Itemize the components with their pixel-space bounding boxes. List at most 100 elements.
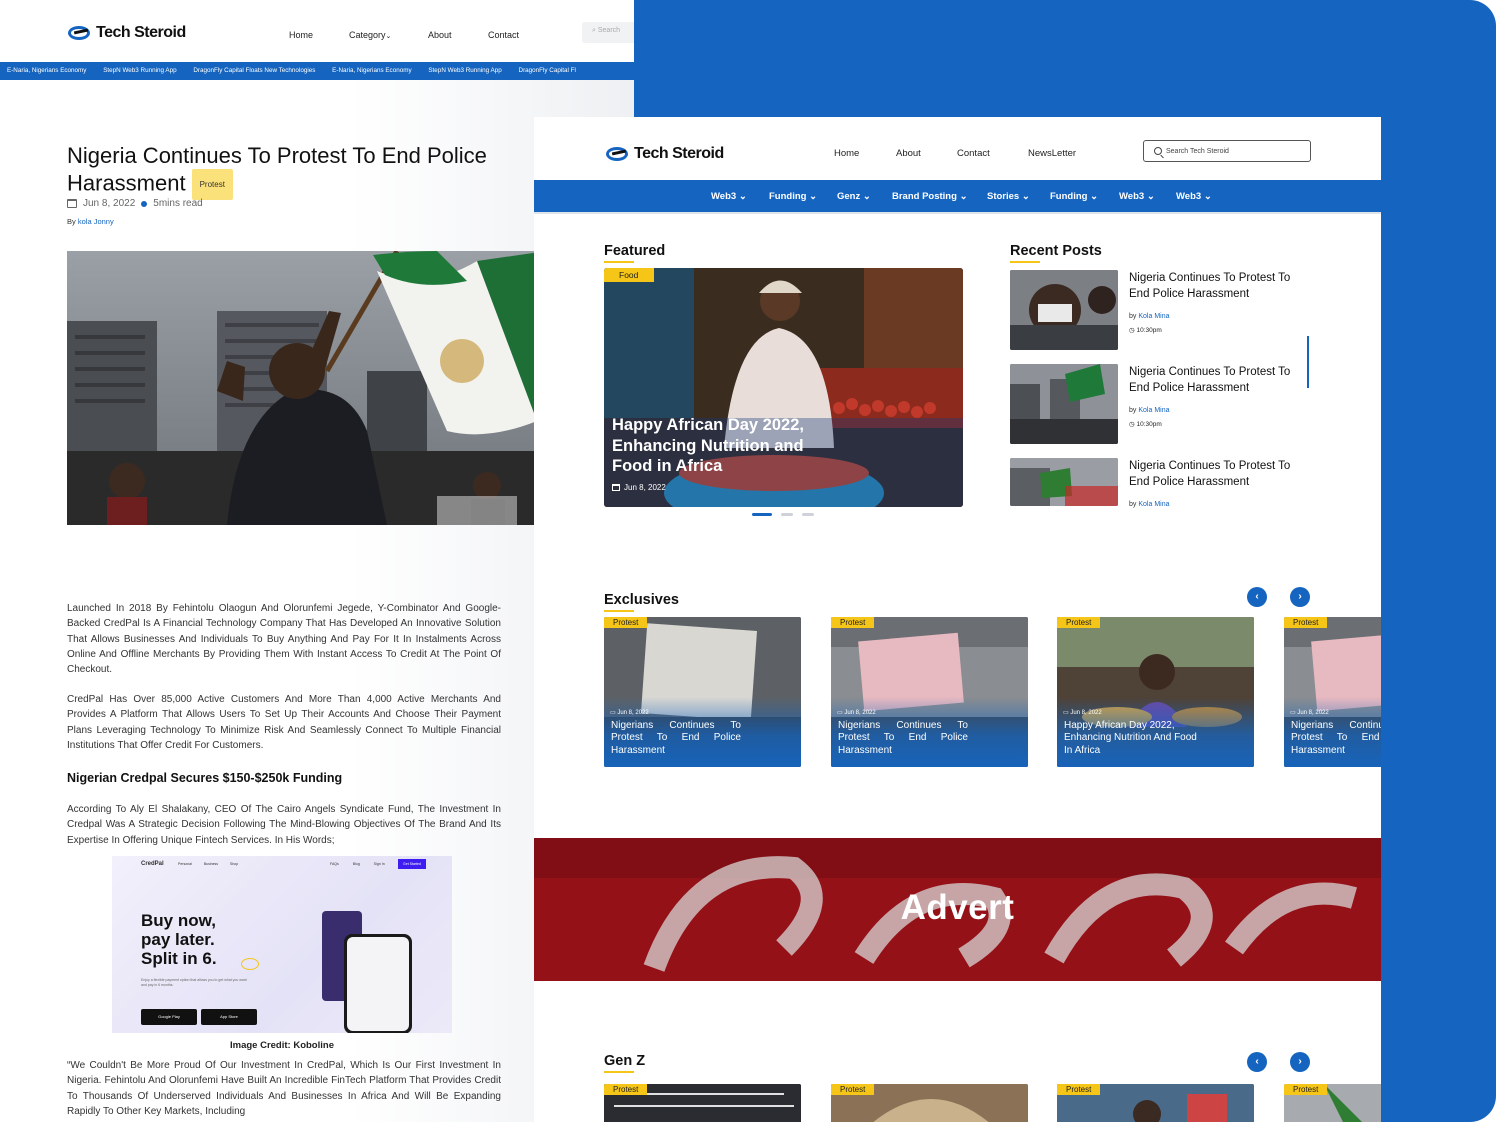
author-link[interactable]: Kola Mina xyxy=(1138,313,1169,320)
exclusive-card[interactable]: Protest ▭ Jun 8, 2022 Happy African Day … xyxy=(1057,617,1254,767)
genz-heading: Gen Z xyxy=(604,1053,646,1073)
inset-cta: Get Started xyxy=(398,859,426,869)
inset-headline-line: Buy now, xyxy=(141,911,216,930)
advert-banner[interactable]: Advert xyxy=(534,838,1381,981)
inset-nav-item: Business xyxy=(203,862,219,866)
genz-card[interactable]: Protest xyxy=(831,1084,1028,1122)
next-arrow-icon[interactable]: › xyxy=(1290,587,1310,607)
chevron-down-icon: ⌄ xyxy=(1090,191,1099,202)
card-title[interactable]: Nigerians Continues To Protest To End Po… xyxy=(611,720,741,757)
genz-card[interactable]: Protest xyxy=(604,1084,801,1122)
exclusive-card[interactable]: Protest ▭ Jun 8, 2022 Nigerians Continue… xyxy=(831,617,1028,767)
recent-post-item[interactable]: Nigeria Continues To Protest To End Poli… xyxy=(1010,458,1310,508)
credpal-screenshot: CredPal Personal Business Shop FAQs Blog… xyxy=(112,856,452,1033)
ticker-item[interactable]: StepN Web3 Running App xyxy=(103,67,176,74)
article-title: Nigeria Continues To Protest To End Poli… xyxy=(67,142,487,200)
exclusive-card[interactable]: Protest ▭ Jun 8, 2022 Nigerians Continue… xyxy=(604,617,801,767)
recent-post-item[interactable]: Nigeria Continues To Protest To End Poli… xyxy=(1010,270,1310,350)
category-tag[interactable]: Protest xyxy=(1284,1084,1328,1095)
article-paragraph: According To Aly El Shalakany, CEO Of Th… xyxy=(67,804,501,846)
search-placeholder: Search Tech Steroid xyxy=(1166,147,1229,155)
nav-category-label: Category xyxy=(349,30,386,40)
article-paragraph: CredPal Has Over 85,000 Active Customers… xyxy=(67,694,501,751)
recent-post-time: ◷ 10:30pm xyxy=(1129,420,1162,428)
category-tag[interactable]: Protest xyxy=(1057,1084,1101,1095)
chevron-down-icon: ⌄ xyxy=(809,191,818,202)
nav-newsletter[interactable]: NewsLetter xyxy=(1028,148,1076,159)
logo-icon xyxy=(68,24,92,42)
genz-card[interactable]: Protest xyxy=(1284,1084,1381,1122)
read-time: 5mins read xyxy=(153,198,203,209)
site-logo[interactable]: Tech Steroid xyxy=(606,145,724,163)
featured-title[interactable]: Happy African Day 2022, Enhancing Nutrit… xyxy=(612,415,842,477)
prev-arrow-icon[interactable]: ‹ xyxy=(1247,1052,1267,1072)
category-label: Genz xyxy=(837,191,861,202)
category-tag[interactable]: Protest xyxy=(604,1084,648,1095)
nav-home[interactable]: Home xyxy=(834,148,859,159)
recent-post-title[interactable]: Nigeria Continues To Protest To End Poli… xyxy=(1129,459,1307,490)
featured-card[interactable]: Food Happy African Day 2022, Enhancing N… xyxy=(604,268,963,507)
author-link[interactable]: Kola Mina xyxy=(1138,407,1169,414)
article-paragraph: Launched In 2018 By Fehintolu Olaogun An… xyxy=(67,603,501,676)
category-brand-posting[interactable]: Brand Posting ⌄ xyxy=(892,191,968,202)
card-title[interactable]: Nigerians Continues To Protest To End Po… xyxy=(838,720,968,757)
recent-post-byline: by Kola Mina xyxy=(1129,313,1170,320)
category-label: Funding xyxy=(1050,191,1088,202)
ticker-item[interactable]: E-Naria, Nigerians Economy xyxy=(332,67,411,74)
recent-post-byline: by Kola Mina xyxy=(1129,407,1170,414)
scrollbar-indicator[interactable] xyxy=(1307,336,1309,388)
category-web3[interactable]: Web3 ⌄ xyxy=(1176,191,1212,202)
carousel-dot[interactable] xyxy=(802,513,814,516)
ticker-item[interactable]: E-Naria, Nigerians Economy xyxy=(7,67,86,74)
card-date: ▭ Jun 8, 2022 xyxy=(837,709,876,716)
category-stories[interactable]: Stories ⌄ xyxy=(987,191,1030,202)
logo-text: Tech Steroid xyxy=(96,24,186,41)
divider xyxy=(534,212,1381,214)
byline-prefix: By xyxy=(67,217,76,226)
nav-about[interactable]: About xyxy=(896,148,921,159)
category-tag[interactable]: Protest xyxy=(831,617,875,628)
category-tag[interactable]: Protest xyxy=(831,1084,875,1095)
nav-contact[interactable]: Contact xyxy=(957,148,990,159)
card-date: ▭ Jun 8, 2022 xyxy=(610,709,649,716)
category-web3[interactable]: Web3 ⌄ xyxy=(711,191,747,202)
carousel-dot[interactable] xyxy=(752,513,772,516)
category-genz[interactable]: Genz ⌄ xyxy=(837,191,871,202)
nav-contact[interactable]: Contact xyxy=(488,30,519,40)
nav-home[interactable]: Home xyxy=(289,30,313,40)
category-tag[interactable]: Protest xyxy=(604,617,648,628)
site-logo[interactable]: Tech Steroid xyxy=(68,24,186,42)
card-title[interactable]: Nigerians Continues To Protest To End Po… xyxy=(1291,720,1381,757)
recent-post-title[interactable]: Nigeria Continues To Protest To End Poli… xyxy=(1129,365,1307,396)
ticker-item[interactable]: DragonFly Capital Fl xyxy=(519,67,576,74)
author-link[interactable]: Kola Mina xyxy=(1138,501,1169,508)
category-funding[interactable]: Funding ⌄ xyxy=(1050,191,1098,202)
phone-graphic xyxy=(344,934,412,1033)
search-input[interactable]: ⌕ Search xyxy=(582,22,634,43)
recent-post-title[interactable]: Nigeria Continues To Protest To End Poli… xyxy=(1129,271,1307,302)
ticker-item[interactable]: StepN Web3 Running App xyxy=(428,67,501,74)
featured-date-text: Jun 8, 2022 xyxy=(624,483,666,492)
author-link[interactable]: kola Jonny xyxy=(78,217,114,226)
calendar-icon xyxy=(67,199,77,208)
search-input[interactable]: Search Tech Steroid xyxy=(1143,140,1311,162)
category-tag[interactable]: Protest xyxy=(1057,617,1101,628)
genz-card[interactable]: Protest xyxy=(1057,1084,1254,1122)
carousel-dot[interactable] xyxy=(781,513,793,516)
category-tag[interactable]: Protest xyxy=(1284,617,1328,628)
article-title-text: Nigeria Continues To Protest To End Poli… xyxy=(67,143,487,196)
recent-post-item[interactable]: Nigeria Continues To Protest To End Poli… xyxy=(1010,364,1310,444)
category-bar: Web3 ⌄ Funding ⌄ Genz ⌄ Brand Posting ⌄ … xyxy=(534,180,1381,212)
category-tag[interactable]: Protest xyxy=(191,169,233,200)
nav-category[interactable]: Category⌄ xyxy=(349,30,391,40)
ticker-item[interactable]: DragonFly Capital Floats New Technologie… xyxy=(193,67,315,74)
search-placeholder: Search xyxy=(597,27,621,34)
category-web3[interactable]: Web3 ⌄ xyxy=(1119,191,1155,202)
exclusive-card[interactable]: Protest ▭ Jun 8, 2022 Nigerians Continue… xyxy=(1284,617,1381,767)
nav-about[interactable]: About xyxy=(428,30,452,40)
card-title[interactable]: Happy African Day 2022, Enhancing Nutrit… xyxy=(1064,720,1204,757)
category-funding[interactable]: Funding ⌄ xyxy=(769,191,817,202)
category-tag[interactable]: Food xyxy=(604,268,655,282)
next-arrow-icon[interactable]: › xyxy=(1290,1052,1310,1072)
prev-arrow-icon[interactable]: ‹ xyxy=(1247,587,1267,607)
